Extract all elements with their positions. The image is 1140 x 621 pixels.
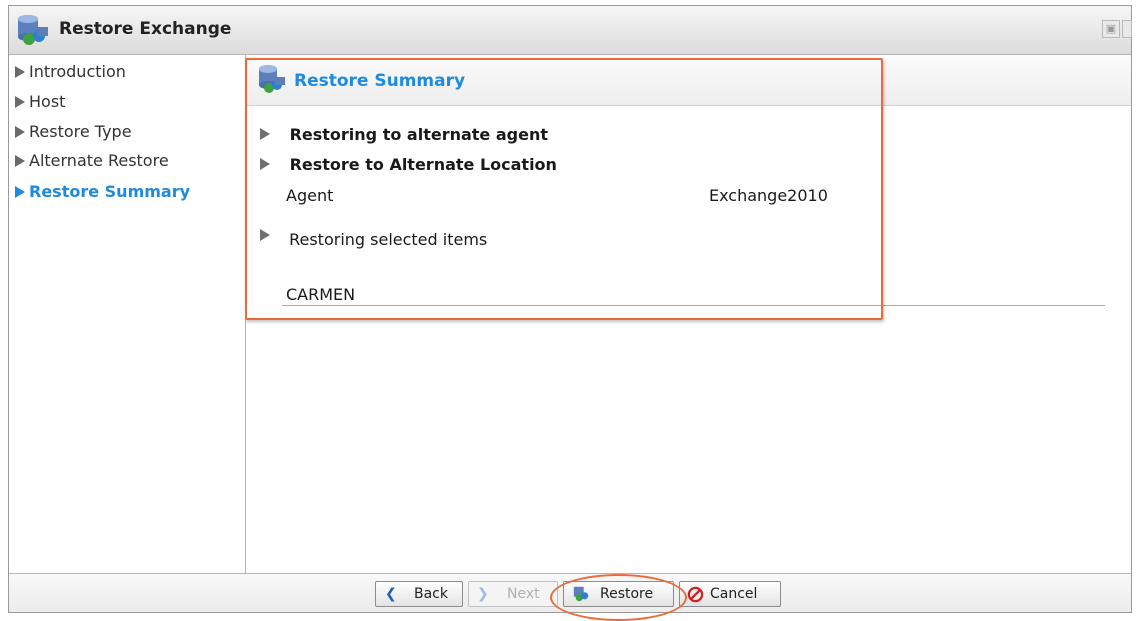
- nav-item-introduction[interactable]: Introduction: [15, 62, 126, 81]
- wizard-nav: Introduction Host Restore Type Alternate…: [9, 55, 246, 575]
- back-arrow-icon: ❮: [385, 586, 397, 602]
- next-arrow-icon: ❯: [477, 586, 489, 602]
- nav-item-alternate-restore[interactable]: Alternate Restore: [15, 151, 169, 170]
- cancel-icon: [687, 586, 704, 603]
- selected-item: CARMEN: [286, 285, 356, 304]
- close-icon[interactable]: [1122, 20, 1132, 38]
- maximize-icon[interactable]: ▣: [1102, 20, 1120, 38]
- arrow-right-icon: [15, 95, 25, 108]
- next-button[interactable]: ❯ Next: [468, 581, 558, 607]
- restore-button[interactable]: Restore: [563, 581, 674, 607]
- section-alternate-agent[interactable]: Restoring to alternate agent: [260, 125, 548, 144]
- summary-title: Restore Summary: [294, 71, 466, 91]
- nav-item-restore-summary[interactable]: Restore Summary: [15, 182, 190, 201]
- section-alternate-location[interactable]: Restore to Alternate Location: [260, 155, 557, 174]
- nav-item-restore-type[interactable]: Restore Type: [15, 122, 132, 141]
- arrow-right-icon: [260, 128, 270, 140]
- exchange-database-icon: [259, 65, 285, 93]
- arrow-right-icon: [260, 229, 270, 241]
- wizard-footer: ❮ Back ❯ Next Restore Cancel: [9, 573, 1131, 612]
- nav-item-host[interactable]: Host: [15, 92, 65, 111]
- cancel-button[interactable]: Cancel: [679, 581, 781, 607]
- agent-value: Exchange2010: [709, 186, 828, 205]
- arrow-right-icon: [15, 185, 25, 198]
- arrow-right-icon: [15, 125, 25, 138]
- arrow-right-icon: [15, 65, 25, 78]
- summary-panel: Restore Summary Restoring to alternate a…: [246, 55, 1131, 575]
- arrow-right-icon: [15, 154, 25, 167]
- window-title: Restore Exchange: [59, 19, 232, 39]
- summary-header: Restore Summary: [246, 55, 1131, 106]
- exchange-database-icon: [573, 586, 589, 602]
- exchange-database-icon: [18, 15, 48, 45]
- restore-exchange-window: Restore Exchange ▣ Introduction Host Res…: [8, 5, 1132, 613]
- section-selected-items[interactable]: Restoring selected items: [260, 229, 487, 249]
- divider: [282, 305, 1105, 306]
- back-button[interactable]: ❮ Back: [375, 581, 463, 607]
- title-bar[interactable]: Restore Exchange ▣: [9, 6, 1132, 55]
- agent-label: Agent: [286, 186, 334, 205]
- arrow-right-icon: [260, 158, 270, 170]
